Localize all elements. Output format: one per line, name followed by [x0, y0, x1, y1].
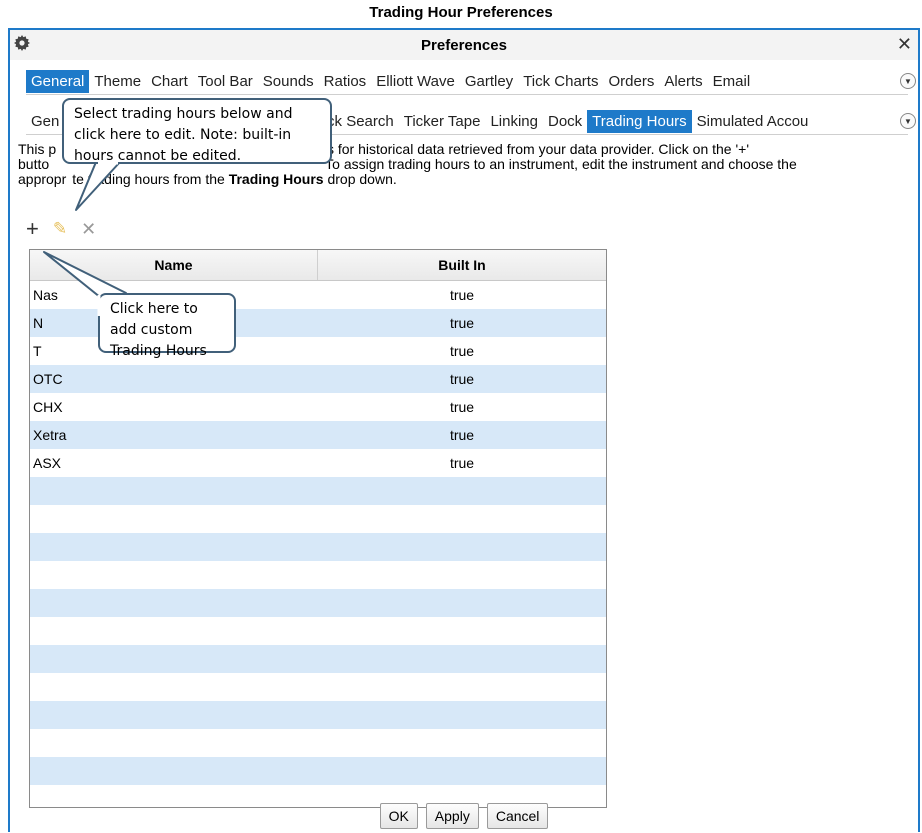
table-row[interactable]: [30, 589, 606, 617]
cell-name: ASX: [33, 455, 62, 471]
table-row[interactable]: [30, 505, 606, 533]
table-row[interactable]: [30, 673, 606, 701]
close-icon[interactable]: ✕: [897, 34, 912, 55]
table-row[interactable]: [30, 729, 606, 757]
table-row[interactable]: OTC true: [30, 365, 606, 393]
tab-gen[interactable]: Gen: [26, 110, 64, 133]
tab-divider: [26, 94, 908, 95]
delete-icon[interactable]: ✕: [81, 219, 96, 240]
apply-button[interactable]: Apply: [425, 803, 479, 829]
tab-tick-charts[interactable]: Tick Charts: [518, 70, 603, 93]
table-row[interactable]: Xetra true: [30, 421, 606, 449]
tab-trading-hours[interactable]: Trading Hours: [587, 109, 692, 133]
tab-ticker-tape[interactable]: Ticker Tape: [399, 110, 486, 133]
cell-name: OTC: [33, 371, 63, 387]
tab-chart[interactable]: Chart: [146, 70, 193, 93]
chevron-down-icon[interactable]: ▼: [900, 113, 916, 129]
ok-button[interactable]: OK: [379, 803, 418, 829]
tab-elliott-wave[interactable]: Elliott Wave: [371, 70, 460, 93]
tab-theme[interactable]: Theme: [89, 70, 146, 93]
main-tab-bar: General Theme Chart Tool Bar Sounds Rati…: [26, 68, 755, 94]
cell-built-in: true: [449, 343, 475, 359]
document-title: Trading Hour Preferences: [369, 4, 553, 21]
cancel-button[interactable]: Cancel: [486, 803, 549, 829]
grid-toolbar: + ✎ ✕: [26, 218, 96, 240]
tab-general[interactable]: General: [26, 69, 90, 93]
column-header-name[interactable]: Name: [30, 250, 318, 280]
table-header: Name Built In: [30, 250, 606, 281]
cell-built-in: true: [449, 287, 475, 303]
table-row[interactable]: [30, 533, 606, 561]
cell-built-in: true: [449, 399, 475, 415]
table-row[interactable]: ASX true: [30, 449, 606, 477]
tab-email[interactable]: Email: [708, 70, 756, 93]
column-header-built-in[interactable]: Built In: [318, 250, 606, 280]
cell-built-in: true: [449, 427, 475, 443]
tab-orders[interactable]: Orders: [603, 70, 659, 93]
tab-dock[interactable]: Dock: [543, 110, 587, 133]
table-row[interactable]: [30, 701, 606, 729]
tab-alerts[interactable]: Alerts: [659, 70, 707, 93]
table-row[interactable]: [30, 617, 606, 645]
cell-built-in: true: [449, 455, 475, 471]
tab-tool-bar[interactable]: Tool Bar: [193, 70, 258, 93]
dialog-buttons: OK Apply Cancel: [10, 803, 918, 829]
cell-built-in: true: [449, 315, 475, 331]
add-icon[interactable]: +: [26, 218, 39, 240]
tab-ratios[interactable]: Ratios: [319, 70, 372, 93]
pencil-icon[interactable]: ✎: [53, 219, 67, 239]
window-title: Preferences: [421, 37, 507, 54]
title-bar[interactable]: Preferences ✕: [10, 30, 918, 60]
cell-name: CHX: [33, 399, 63, 415]
tab-simulated-accounts[interactable]: Simulated Accou: [692, 110, 814, 133]
table-row[interactable]: [30, 477, 606, 505]
edit-hint-callout: Select trading hours below and click her…: [62, 98, 332, 164]
table-row[interactable]: [30, 561, 606, 589]
cell-name: Xetra: [33, 427, 67, 443]
tab-gartley[interactable]: Gartley: [460, 70, 518, 93]
table-row[interactable]: [30, 757, 606, 785]
tab-linking[interactable]: Linking: [485, 110, 543, 133]
tab-sounds[interactable]: Sounds: [258, 70, 319, 93]
table-row[interactable]: [30, 645, 606, 673]
chevron-down-icon[interactable]: ▼: [900, 73, 916, 89]
cell-built-in: true: [449, 371, 475, 387]
table-row[interactable]: CHX true: [30, 393, 606, 421]
add-hint-callout: Click here to add custom Trading Hours: [98, 293, 236, 359]
